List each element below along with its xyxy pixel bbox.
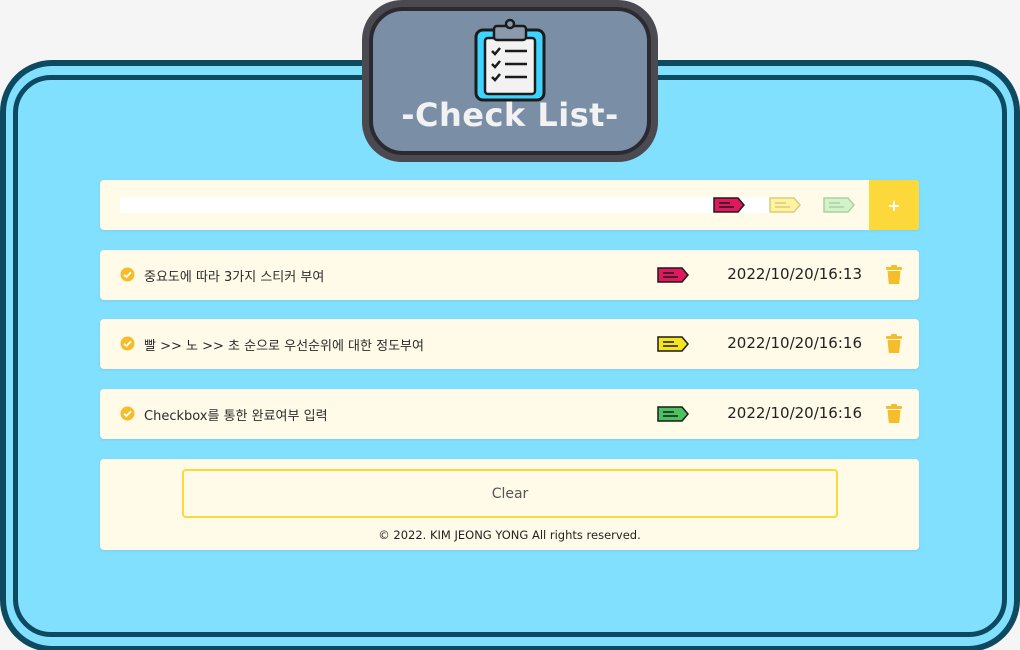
red-sticker-option[interactable] [712, 196, 746, 214]
copyright-text: © 2022. KIM JEONG YONG All rights reserv… [378, 528, 641, 542]
trash-icon[interactable] [886, 404, 902, 423]
clear-button[interactable]: Clear [182, 469, 838, 518]
task-item: Checkbox를 통한 완료여부 입력 2022/10/20/16:16 [100, 389, 919, 439]
task-text: 빨 >> 노 >> 초 순으로 우선순위에 대한 정도부여 [144, 339, 424, 354]
check-circle-icon[interactable] [120, 267, 135, 282]
trash-icon[interactable] [886, 265, 902, 284]
add-task-button[interactable]: + [869, 180, 919, 230]
task-text: Checkbox를 통한 완료여부 입력 [144, 409, 328, 424]
app-title: -Check List- [401, 96, 619, 134]
task-text: 중요도에 따라 3가지 스티커 부여 [144, 270, 325, 285]
task-item: 중요도에 따라 3가지 스티커 부여 2022/10/20/16:13 [100, 250, 919, 300]
priority-sticker-icon [657, 336, 689, 352]
check-circle-icon[interactable] [120, 406, 135, 421]
priority-sticker-icon [657, 406, 689, 422]
task-item: 빨 >> 노 >> 초 순으로 우선순위에 대한 정도부여 2022/10/20… [100, 319, 919, 369]
add-task-bar: + [100, 180, 919, 230]
task-date: 2022/10/20/16:16 [727, 404, 862, 422]
priority-sticker-icon [657, 267, 689, 283]
trash-icon[interactable] [886, 334, 902, 353]
check-circle-icon[interactable] [120, 336, 135, 351]
task-date: 2022/10/20/16:13 [727, 265, 862, 283]
footer-panel: Clear © 2022. KIM JEONG YONG All rights … [100, 459, 919, 550]
task-date: 2022/10/20/16:16 [727, 334, 862, 352]
green-sticker-option[interactable] [822, 196, 856, 214]
yellow-sticker-option[interactable] [768, 196, 802, 214]
task-input[interactable] [120, 197, 798, 213]
clipboard-checklist-icon [474, 18, 546, 102]
check-list-app: -Check List- + 중요도에 따라 3가지 스티커 부여 2022/1… [0, 0, 1020, 650]
